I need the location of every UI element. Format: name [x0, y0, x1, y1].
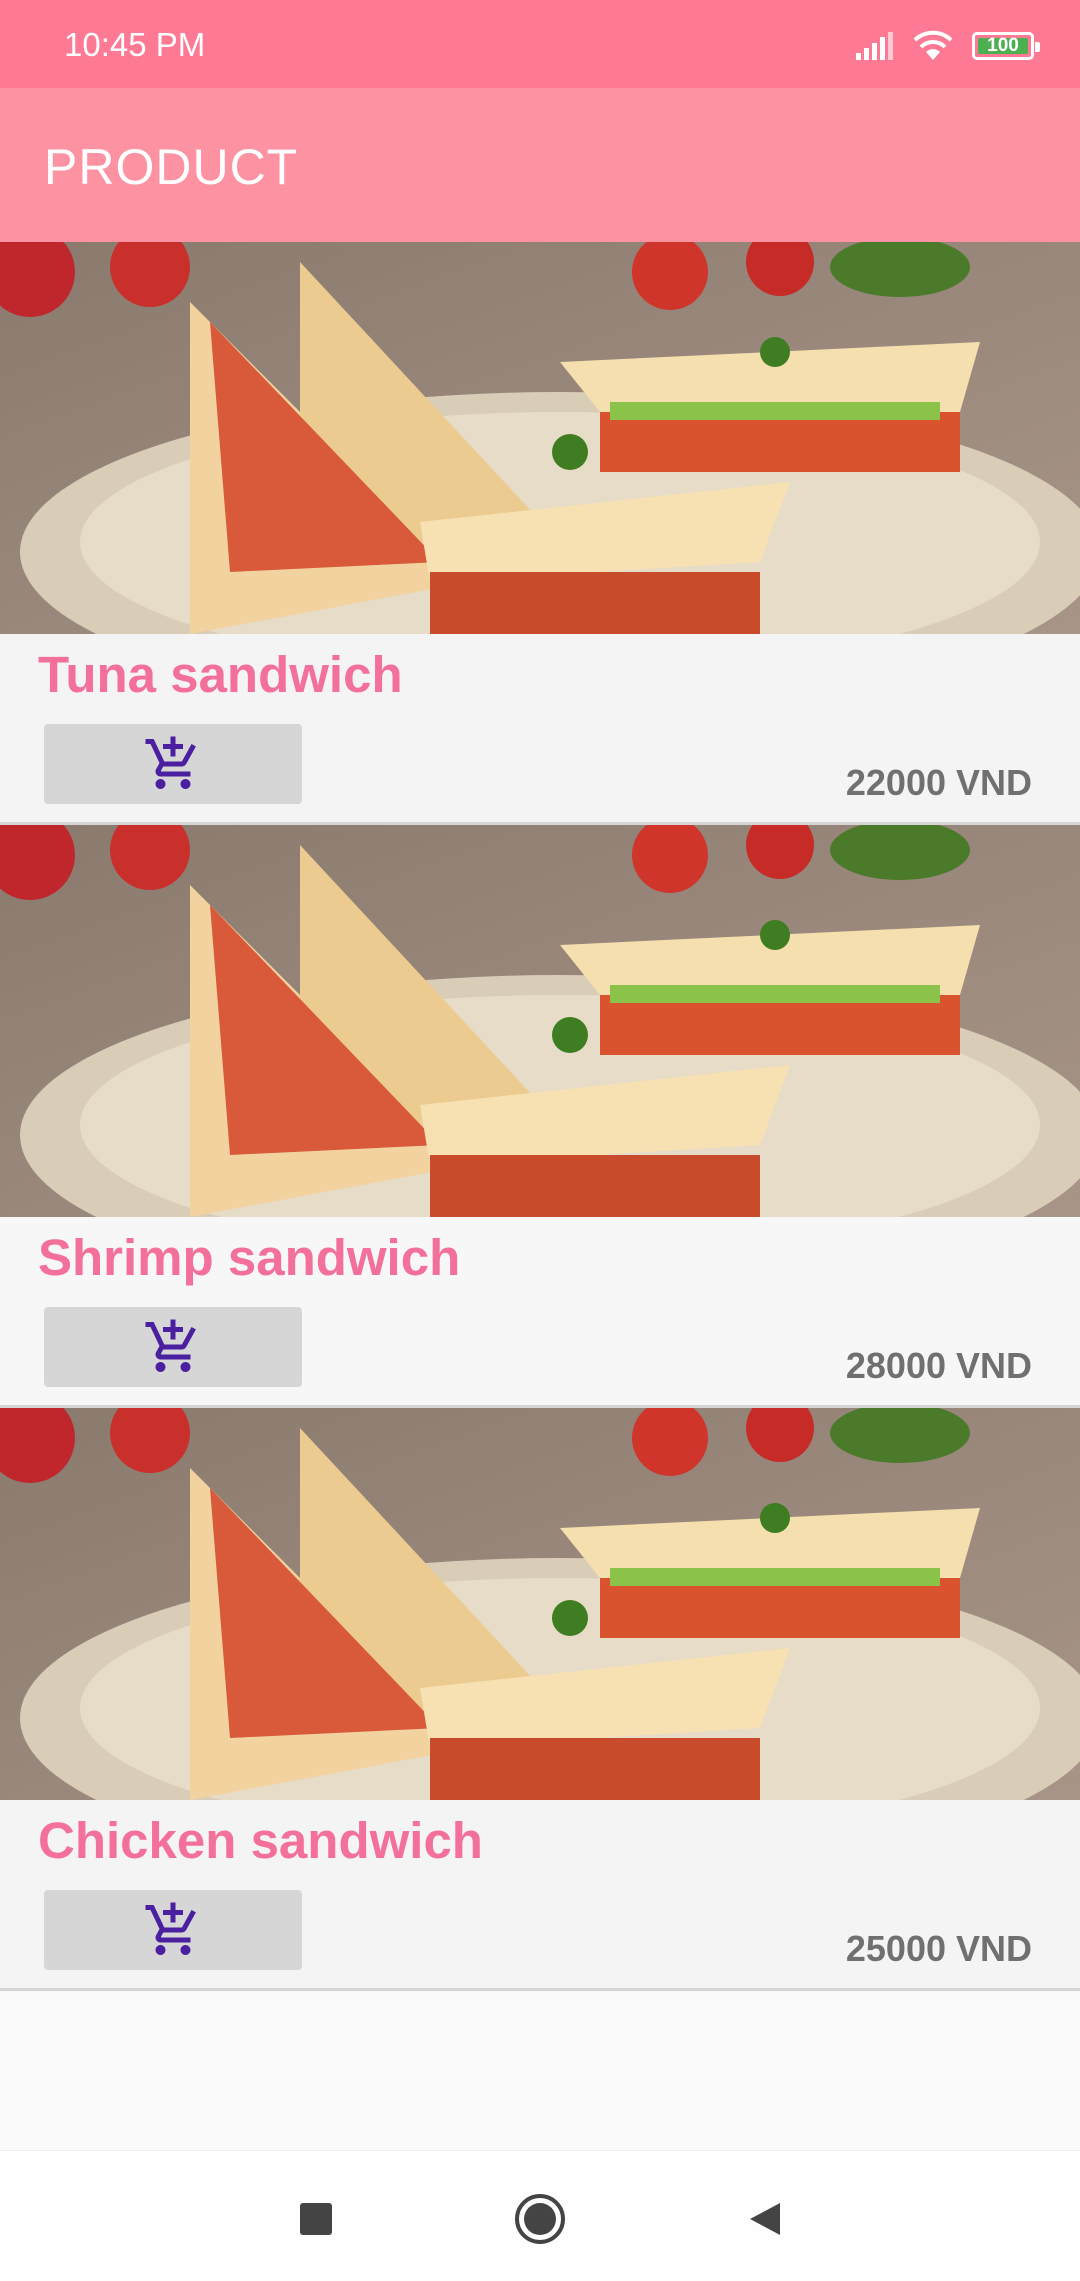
- add-to-cart-icon: [145, 736, 196, 789]
- signal-icon: [856, 32, 893, 60]
- status-bar: 10:45 PM 100: [0, 0, 1080, 88]
- add-to-cart-icon: [145, 1902, 196, 1955]
- home-icon: [515, 2194, 565, 2244]
- product-card[interactable]: Chicken sandwich 25000 VND: [0, 1408, 1080, 1991]
- status-icons: 100: [854, 26, 1040, 66]
- recent-apps-button[interactable]: [288, 2191, 344, 2247]
- add-to-cart-button[interactable]: [44, 1890, 302, 1970]
- product-name: Tuna sandwich: [38, 646, 403, 703]
- product-price: 28000 VND: [845, 1345, 1032, 1386]
- product-list[interactable]: Tuna sandwich 22000 VND Shrimp sandwich …: [0, 242, 1080, 1991]
- product-price: 25000 VND: [845, 1928, 1032, 1969]
- product-price: 22000 VND: [845, 762, 1032, 803]
- wifi-icon: [913, 30, 953, 60]
- product-card[interactable]: Tuna sandwich 22000 VND: [0, 242, 1080, 825]
- product-image: [0, 825, 1080, 1217]
- page-title: PRODUCT: [44, 139, 299, 195]
- product-card[interactable]: Shrimp sandwich 28000 VND: [0, 825, 1080, 1408]
- product-name: Shrimp sandwich: [38, 1229, 461, 1286]
- system-nav-bar: [0, 2150, 1080, 2281]
- app-bar: PRODUCT: [0, 88, 1080, 242]
- product-image: [0, 1408, 1080, 1800]
- battery-level: 100: [987, 35, 1019, 56]
- status-time: 10:45 PM: [64, 26, 206, 63]
- product-image: [0, 242, 1080, 634]
- product-name: Chicken sandwich: [38, 1812, 483, 1869]
- recent-apps-icon: [300, 2203, 332, 2235]
- back-icon: [750, 2203, 780, 2235]
- home-button[interactable]: [512, 2191, 568, 2247]
- add-to-cart-button[interactable]: [44, 724, 302, 804]
- battery-icon: 100: [972, 32, 1040, 60]
- add-to-cart-button[interactable]: [44, 1307, 302, 1387]
- back-button[interactable]: [736, 2191, 792, 2247]
- add-to-cart-icon: [145, 1319, 196, 1372]
